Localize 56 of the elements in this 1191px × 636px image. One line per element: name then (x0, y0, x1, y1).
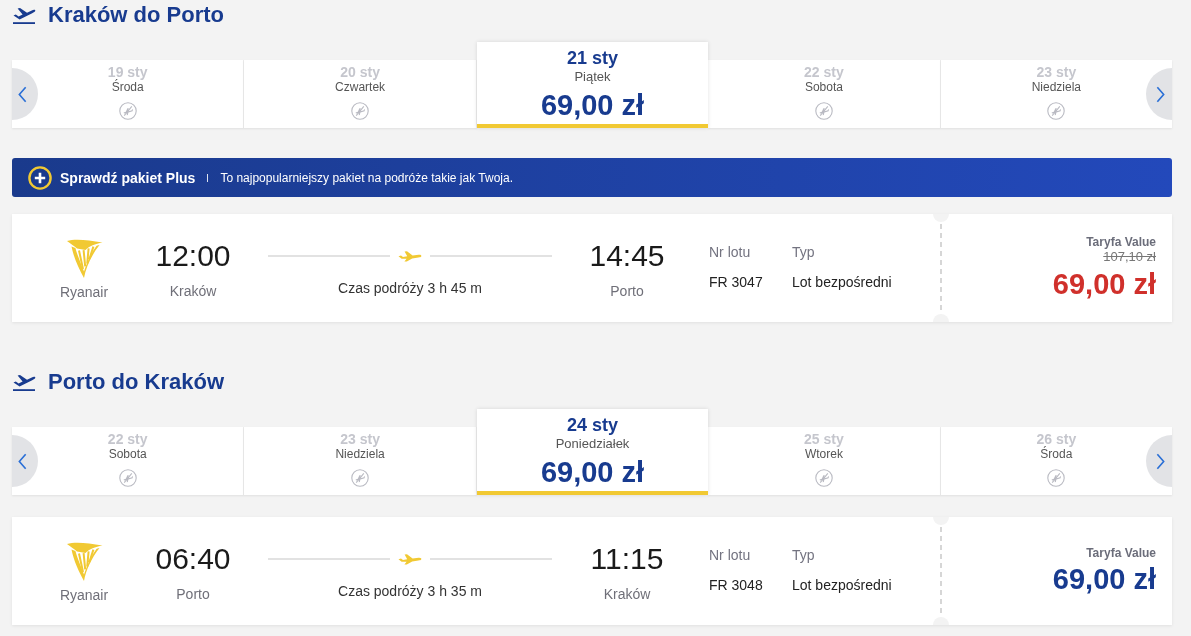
date-tab[interactable]: 22 sty Sobota (12, 427, 245, 495)
chevron-right-icon (1156, 452, 1165, 470)
departure-time: 12:00 (155, 239, 231, 273)
chevron-right-icon (1156, 85, 1165, 103)
no-flight-icon (1047, 469, 1066, 487)
plane-icon (398, 553, 422, 565)
route-title: Kraków do Porto (48, 1, 224, 29)
arrival-time: 11:15 (590, 542, 664, 576)
no-flight-icon (118, 102, 137, 120)
flight-number-label: Nr lotu (709, 546, 752, 564)
plane-icon (12, 5, 36, 25)
route-title: Porto do Kraków (48, 368, 224, 396)
no-flight-icon (118, 469, 137, 487)
departure-city: Porto (176, 585, 210, 603)
flight-type: Lot bezpośredni (792, 273, 893, 291)
flight-type-label: Typ (792, 546, 816, 564)
plane-icon (398, 250, 422, 262)
no-flight-icon (814, 469, 833, 487)
date-tab[interactable]: 23 sty Niedziela (940, 60, 1173, 128)
plus-circle-icon (28, 165, 52, 190)
arrival-city: Kraków (603, 585, 651, 603)
chevron-left-icon (17, 85, 27, 103)
date-tab[interactable]: 20 sty Czwartek (244, 60, 477, 128)
flight-number-label: Nr lotu (709, 243, 752, 261)
date-tab[interactable]: 21 sty Piątek 69,00 zł (476, 42, 709, 128)
travel-time: Czas podróży 3 h 35 m (338, 582, 482, 600)
flight-number: FR 3047 (709, 273, 764, 291)
banner-text: To najpopularniejszy pakiet na podróże takie jak Twoja. (220, 170, 513, 185)
no-flight-icon (351, 469, 370, 487)
airline-name: Ryanair (59, 283, 109, 301)
travel-time: Czas podróży 3 h 45 m (338, 279, 482, 297)
old-price: 107,10 zł (1103, 249, 1156, 265)
chevron-left-icon (17, 452, 27, 470)
no-flight-icon (814, 102, 833, 120)
departure-time: 06:40 (155, 542, 231, 576)
departure-city: Kraków (169, 282, 217, 300)
date-tab[interactable]: 22 sty Sobota (708, 60, 941, 128)
flight-type: Lot bezpośredni (792, 576, 893, 594)
fare-name: Taryfa Value (1086, 235, 1156, 249)
flight-number: FR 3048 (709, 576, 764, 594)
fare-name: Taryfa Value (1086, 546, 1156, 560)
fare-price: 69,00 zł (1052, 562, 1156, 596)
banner-title[interactable]: Sprawdź pakiet Plus (60, 169, 196, 186)
arrival-time: 14:45 (589, 239, 665, 273)
plane-icon (12, 372, 36, 392)
no-flight-icon (351, 102, 370, 120)
arrival-city: Porto (610, 282, 644, 300)
date-tab[interactable]: 25 sty Wtorek (708, 427, 941, 495)
date-tab[interactable]: 19 sty Środa (12, 60, 245, 128)
date-tab[interactable]: 26 sty Środa (940, 427, 1173, 495)
flight-type-label: Typ (792, 243, 816, 261)
date-tab[interactable]: 23 sty Niedziela (244, 427, 477, 495)
airline-name: Ryanair (59, 586, 109, 604)
date-tab[interactable]: 24 sty Poniedziałek 69,00 zł (476, 409, 709, 495)
fare-price: 69,00 zł (1052, 267, 1156, 301)
no-flight-icon (1047, 102, 1066, 120)
